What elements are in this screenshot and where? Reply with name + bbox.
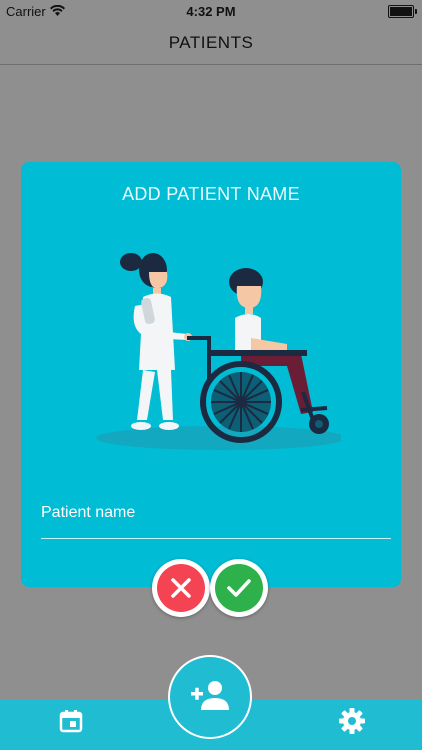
battery-icon xyxy=(388,4,417,18)
cancel-button[interactable] xyxy=(152,559,210,617)
calendar-icon[interactable] xyxy=(59,709,83,733)
add-patient-button[interactable] xyxy=(168,655,252,739)
dialog-title: ADD PATIENT NAME xyxy=(122,184,300,204)
input-underline xyxy=(41,538,391,539)
page-title: PATIENTS xyxy=(168,33,254,52)
confirm-button[interactable] xyxy=(210,559,268,617)
close-icon xyxy=(157,564,205,612)
check-icon xyxy=(215,564,263,612)
patient-name-input[interactable]: Patient name xyxy=(41,504,135,522)
navigation-bar: PATIENTS xyxy=(0,22,422,65)
add-person-icon xyxy=(191,680,229,715)
status-time: 4:32 PM xyxy=(186,3,236,19)
add-patient-dialog: ADD PATIENT NAME Patient name xyxy=(21,162,401,587)
status-bar: Carrier 4:32 PM xyxy=(0,0,422,22)
nurse-wheelchair-illustration xyxy=(96,253,341,450)
gear-icon[interactable] xyxy=(338,707,366,735)
